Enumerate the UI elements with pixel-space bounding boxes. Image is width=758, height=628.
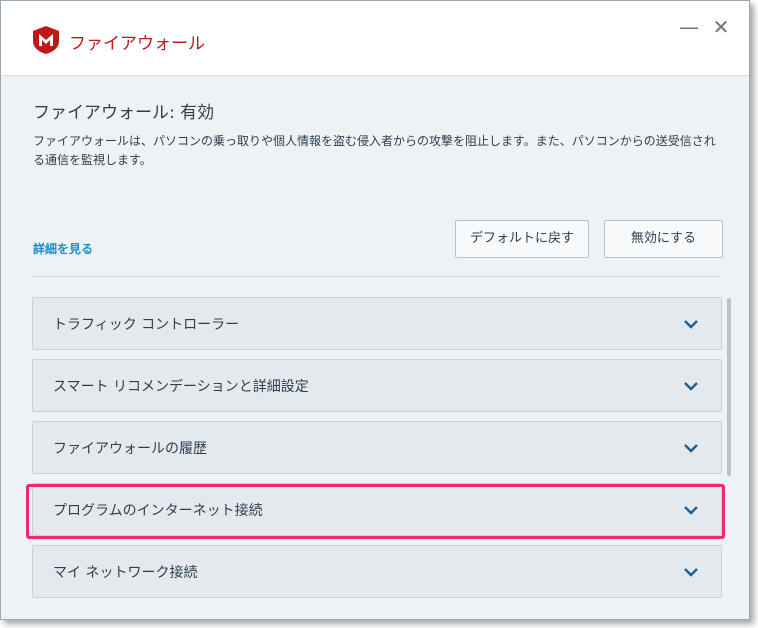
firewall-window: ファイアウォール — ✕ ファイアウォール: 有効 ファイアウォールは、パソコン… [0, 0, 750, 620]
app-title: ファイアウォール [69, 34, 205, 54]
restore-default-button[interactable]: デフォルトに戻す [455, 220, 589, 258]
chevron-down-icon [684, 382, 698, 391]
panel-firewall-history[interactable]: ファイアウォールの履歴 [32, 421, 722, 474]
title-bar: ファイアウォール — ✕ [1, 1, 749, 76]
panel-label: ファイアウォールの履歴 [53, 441, 207, 457]
mcafee-logo-icon [33, 26, 59, 54]
main-content: ファイアウォール: 有効 ファイアウォールは、パソコンの乗っ取りや個人情報を盗む… [1, 76, 749, 619]
details-link[interactable]: 詳細を見る [33, 240, 93, 257]
divider [33, 276, 721, 277]
scrollbar-thumb[interactable] [727, 298, 731, 476]
close-button[interactable]: ✕ [709, 15, 733, 39]
chevron-down-icon [684, 568, 698, 577]
panel-traffic-controller[interactable]: トラフィック コントローラー [32, 297, 722, 350]
disable-button[interactable]: 無効にする [604, 220, 723, 258]
panel-label: プログラムのインターネット接続 [53, 503, 263, 519]
chevron-down-icon [684, 506, 698, 515]
chevron-down-icon [684, 320, 698, 329]
chevron-down-icon [684, 444, 698, 453]
page-title: ファイアウォール: 有効 [33, 103, 215, 123]
panel-program-internet-connection[interactable]: プログラムのインターネット接続 [32, 483, 722, 536]
panel-smart-recommendations[interactable]: スマート リコメンデーションと詳細設定 [32, 359, 722, 412]
panel-my-network-connections[interactable]: マイ ネットワーク接続 [32, 545, 722, 598]
minimize-button[interactable]: — [677, 15, 701, 39]
description-text: ファイアウォールは、パソコンの乗っ取りや個人情報を盗む侵入者からの攻撃を阻止しま… [33, 134, 716, 167]
panel-label: スマート リコメンデーションと詳細設定 [53, 379, 309, 395]
panel-label: トラフィック コントローラー [53, 317, 240, 333]
panel-label: マイ ネットワーク接続 [53, 565, 198, 581]
